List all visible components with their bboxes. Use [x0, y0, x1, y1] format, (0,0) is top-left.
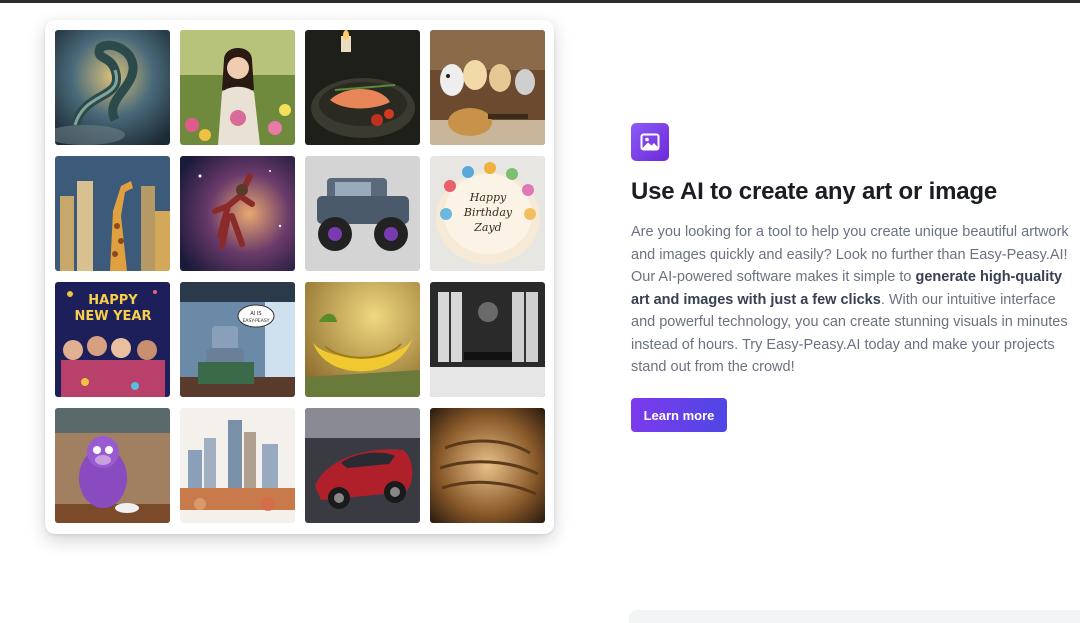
gallery-image-red-sports-car — [305, 408, 420, 523]
top-divider — [0, 0, 1080, 3]
gallery-image-birthday-cake: Happy Birthday Zayd — [430, 156, 545, 271]
cake-text-line-2: Birthday — [463, 206, 513, 219]
gallery-image-giraffe-city — [55, 156, 170, 271]
image-gallery-grid: Happy Birthday Zayd HAPPY NEW YEAR AI IS… — [55, 30, 545, 523]
gallery-image-banana-bed — [305, 282, 420, 397]
gallery-image-purple-monkey — [55, 408, 170, 523]
gallery-image-puppies-guitar — [430, 30, 545, 145]
cake-text-line-3: Zayd — [473, 221, 501, 234]
robot-bubble-line-1: AI IS — [250, 311, 261, 317]
gallery-image-bread-closeup — [430, 408, 545, 523]
learn-more-button[interactable]: Learn more — [631, 398, 727, 432]
new-year-text-line-2: NEW YEAR — [75, 309, 152, 324]
next-section-card — [629, 610, 1080, 623]
robot-bubble-line-2: EASY-PEASY — [243, 318, 270, 324]
cake-text-line-1: Happy — [469, 191, 507, 204]
image-icon — [631, 123, 669, 161]
gallery-image-robot-reading: AI IS EASY-PEASY — [180, 282, 295, 397]
gallery-image-monster-truck — [305, 156, 420, 271]
image-gallery-card: Happy Birthday Zayd HAPPY NEW YEAR AI IS… — [45, 20, 554, 534]
gallery-image-new-year: HAPPY NEW YEAR — [55, 282, 170, 397]
gallery-image-woman-garden — [180, 30, 295, 145]
new-year-text-line-1: HAPPY — [88, 293, 138, 308]
gallery-image-basketball-space — [180, 156, 295, 271]
gallery-image-dragon — [55, 30, 170, 145]
gallery-image-salmon-dish — [305, 30, 420, 145]
feature-title: Use AI to create any art or image — [631, 178, 997, 205]
gallery-image-dining-room — [430, 282, 545, 397]
gallery-image-watercolor-city — [180, 408, 295, 523]
feature-description: Are you looking for a tool to help you c… — [631, 221, 1079, 379]
